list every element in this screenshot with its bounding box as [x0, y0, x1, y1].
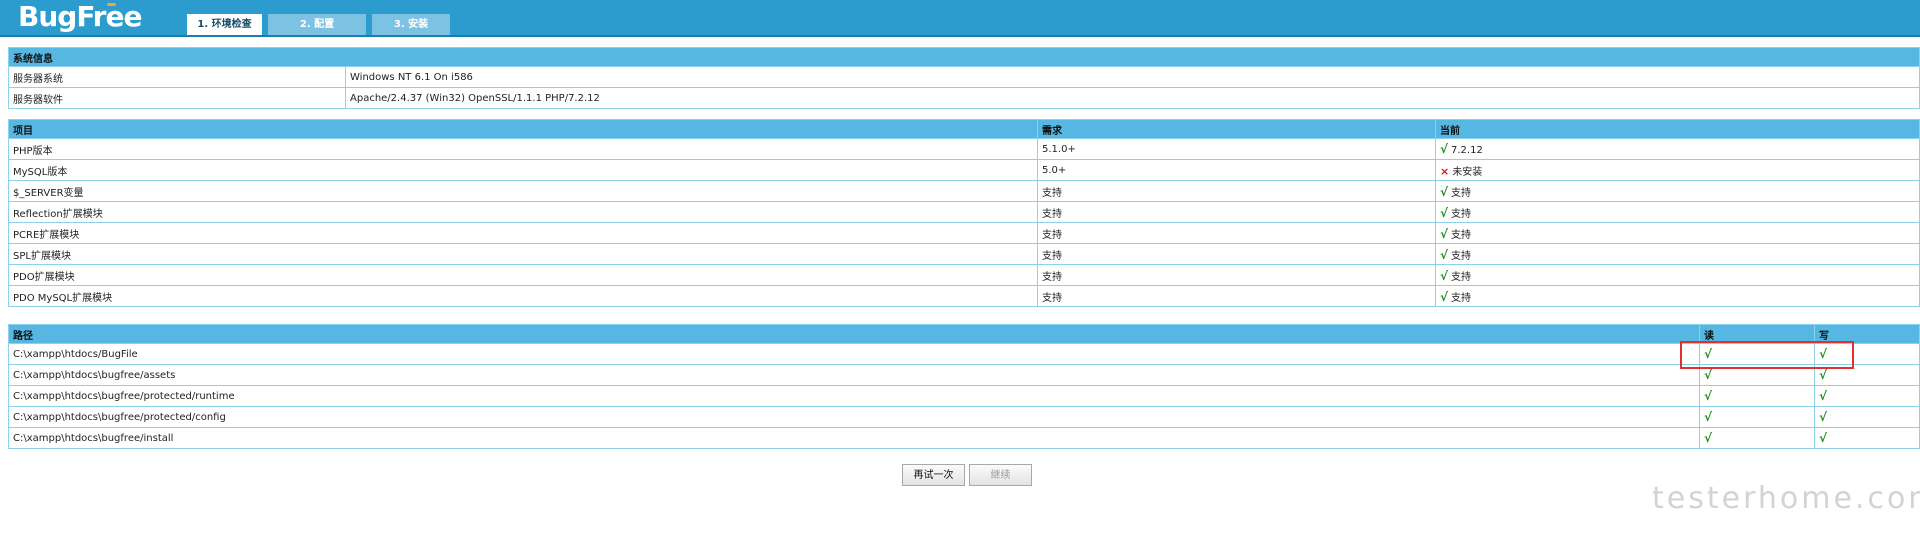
table-row: C:\xampp\htdocs\bugfree/install √ √ — [8, 427, 1920, 449]
checkmark-icon: √ — [1704, 431, 1713, 445]
checkmark-icon: √ — [1819, 389, 1828, 403]
requirement-current: √ 支持 — [1435, 180, 1920, 202]
path-read: √ — [1699, 385, 1815, 407]
requirement-current: √ 支持 — [1435, 201, 1920, 223]
column-header-item: 项目 — [8, 119, 1038, 139]
table-row: C:\xampp\htdocs\bugfree/protected/runtim… — [8, 385, 1920, 407]
requirement-required: 支持 — [1037, 264, 1436, 286]
path-value: C:\xampp\htdocs\bugfree/install — [8, 427, 1700, 449]
retry-button[interactable]: 再试一次 — [902, 464, 965, 486]
watermark-text: testerhome.com — [1652, 481, 1920, 516]
paths-table: 路径 读 写 C:\xampp\htdocs/BugFile √ √ C:\xampp… — [8, 324, 1920, 449]
path-value: C:\xampp\htdocs/BugFile — [8, 343, 1700, 365]
cross-icon: × — [1440, 164, 1450, 178]
server-os-value: Windows NT 6.1 On i586 — [345, 66, 1920, 88]
requirement-item: MySQL版本 — [8, 159, 1038, 181]
checkmark-icon: √ — [1819, 368, 1828, 382]
requirement-current: √ 支持 — [1435, 222, 1920, 244]
path-write: √ — [1814, 427, 1920, 449]
checkmark-icon: √ — [1440, 289, 1449, 304]
path-value: C:\xampp\htdocs\bugfree/assets — [8, 364, 1700, 386]
requirement-current: √ 支持 — [1435, 264, 1920, 286]
requirement-current-value: 支持 — [1451, 271, 1472, 283]
requirement-current: √ 支持 — [1435, 243, 1920, 265]
requirements-table: 项目 需求 当前 PHP版本 5.1.0+ √ 7.2.12 MySQL版本 5.0+ × 未… — [8, 119, 1920, 307]
requirement-current-value: 未安装 — [1452, 166, 1483, 178]
step-tabs: 1. 环境检查 2. 配置 3. 安装 — [187, 14, 456, 35]
table-row: PDO扩展模块 支持 √ 支持 — [8, 264, 1920, 286]
path-write: √ — [1814, 406, 1920, 428]
path-read: √ — [1699, 406, 1815, 428]
table-row: $_SERVER变量 支持 √ 支持 — [8, 180, 1920, 202]
path-value: C:\xampp\htdocs\bugfree/protected/config — [8, 406, 1700, 428]
table-row: C:\xampp\htdocs/BugFile √ √ — [8, 343, 1920, 365]
tab-configuration[interactable]: 2. 配置 — [268, 14, 366, 35]
server-software-value: Apache/2.4.37 (Win32) OpenSSL/1.1.1 PHP/… — [345, 87, 1920, 109]
top-header-bar: BugFree 1. 环境检查 2. 配置 3. 安装 — [0, 0, 1920, 37]
requirement-required: 5.0+ — [1037, 159, 1436, 181]
requirement-item: PHP版本 — [8, 138, 1038, 160]
table-row: SPL扩展模块 支持 √ 支持 — [8, 243, 1920, 265]
tab-install[interactable]: 3. 安装 — [372, 14, 450, 35]
requirement-current-value: 支持 — [1451, 208, 1472, 220]
requirement-item: PDO MySQL扩展模块 — [8, 285, 1038, 307]
table-row: PDO MySQL扩展模块 支持 √ 支持 — [8, 285, 1920, 307]
table-row: PHP版本 5.1.0+ √ 7.2.12 — [8, 138, 1920, 160]
requirement-current: × 未安装 — [1435, 159, 1920, 181]
checkmark-icon: √ — [1440, 142, 1449, 156]
table-row: MySQL版本 5.0+ × 未安装 — [8, 159, 1920, 181]
red-highlight-box — [1680, 341, 1854, 369]
requirement-item: PCRE扩展模块 — [8, 222, 1038, 244]
server-os-label: 服务器系统 — [8, 66, 346, 88]
checkmark-icon: √ — [1704, 389, 1713, 403]
table-row: C:\xampp\htdocs\bugfree/protected/config… — [8, 406, 1920, 428]
table-row: 服务器软件 Apache/2.4.37 (Win32) OpenSSL/1.1.… — [8, 87, 1920, 109]
requirement-current-value: 支持 — [1451, 250, 1472, 262]
column-header-required: 需求 — [1037, 119, 1436, 139]
checkmark-icon: √ — [1704, 410, 1713, 424]
requirement-required: 支持 — [1037, 222, 1436, 244]
table-row: PCRE扩展模块 支持 √ 支持 — [8, 222, 1920, 244]
path-read: √ — [1699, 427, 1815, 449]
requirement-required: 支持 — [1037, 180, 1436, 202]
checkmark-icon: √ — [1440, 184, 1449, 199]
requirement-item: $_SERVER变量 — [8, 180, 1038, 202]
requirement-current: √ 支持 — [1435, 285, 1920, 307]
requirement-required: 支持 — [1037, 243, 1436, 265]
path-value: C:\xampp\htdocs\bugfree/protected/runtim… — [8, 385, 1700, 407]
requirement-item: SPL扩展模块 — [8, 243, 1038, 265]
requirement-current: √ 7.2.12 — [1435, 138, 1920, 160]
requirement-current-value: 支持 — [1451, 292, 1472, 304]
checkmark-icon: √ — [1819, 410, 1828, 424]
checkmark-icon: √ — [1819, 431, 1828, 445]
table-row: Reflection扩展模块 支持 √ 支持 — [8, 201, 1920, 223]
checkmark-icon: √ — [1440, 226, 1449, 241]
requirement-current-value: 7.2.12 — [1451, 145, 1483, 156]
table-row: C:\xampp\htdocs\bugfree/assets √ √ — [8, 364, 1920, 386]
tab-environment-check[interactable]: 1. 环境检查 — [187, 14, 262, 35]
requirement-item: Reflection扩展模块 — [8, 201, 1038, 223]
checkmark-icon: √ — [1440, 268, 1449, 283]
requirement-required: 支持 — [1037, 201, 1436, 223]
table-row: 服务器系统 Windows NT 6.1 On i586 — [8, 66, 1920, 88]
requirements-header-row: 项目 需求 当前 — [8, 119, 1920, 139]
bugfree-logo: BugFree — [18, 0, 142, 33]
paths-header-row: 路径 读 写 — [8, 324, 1920, 344]
requirement-required: 5.1.0+ — [1037, 138, 1436, 160]
continue-button[interactable]: 继续 — [969, 464, 1032, 486]
column-header-path: 路径 — [8, 324, 1700, 344]
server-info-header: 系统信息 — [8, 47, 1920, 67]
checkmark-icon: √ — [1704, 368, 1713, 382]
column-header-current: 当前 — [1435, 119, 1920, 139]
checkmark-icon: √ — [1440, 205, 1449, 220]
requirement-required: 支持 — [1037, 285, 1436, 307]
requirement-item: PDO扩展模块 — [8, 264, 1038, 286]
server-info-table: 系统信息 服务器系统 Windows NT 6.1 On i586 服务器软件 … — [8, 47, 1920, 109]
path-write: √ — [1814, 385, 1920, 407]
server-software-label: 服务器软件 — [8, 87, 346, 109]
requirement-current-value: 支持 — [1451, 229, 1472, 241]
requirement-current-value: 支持 — [1451, 187, 1472, 199]
checkmark-icon: √ — [1440, 247, 1449, 262]
